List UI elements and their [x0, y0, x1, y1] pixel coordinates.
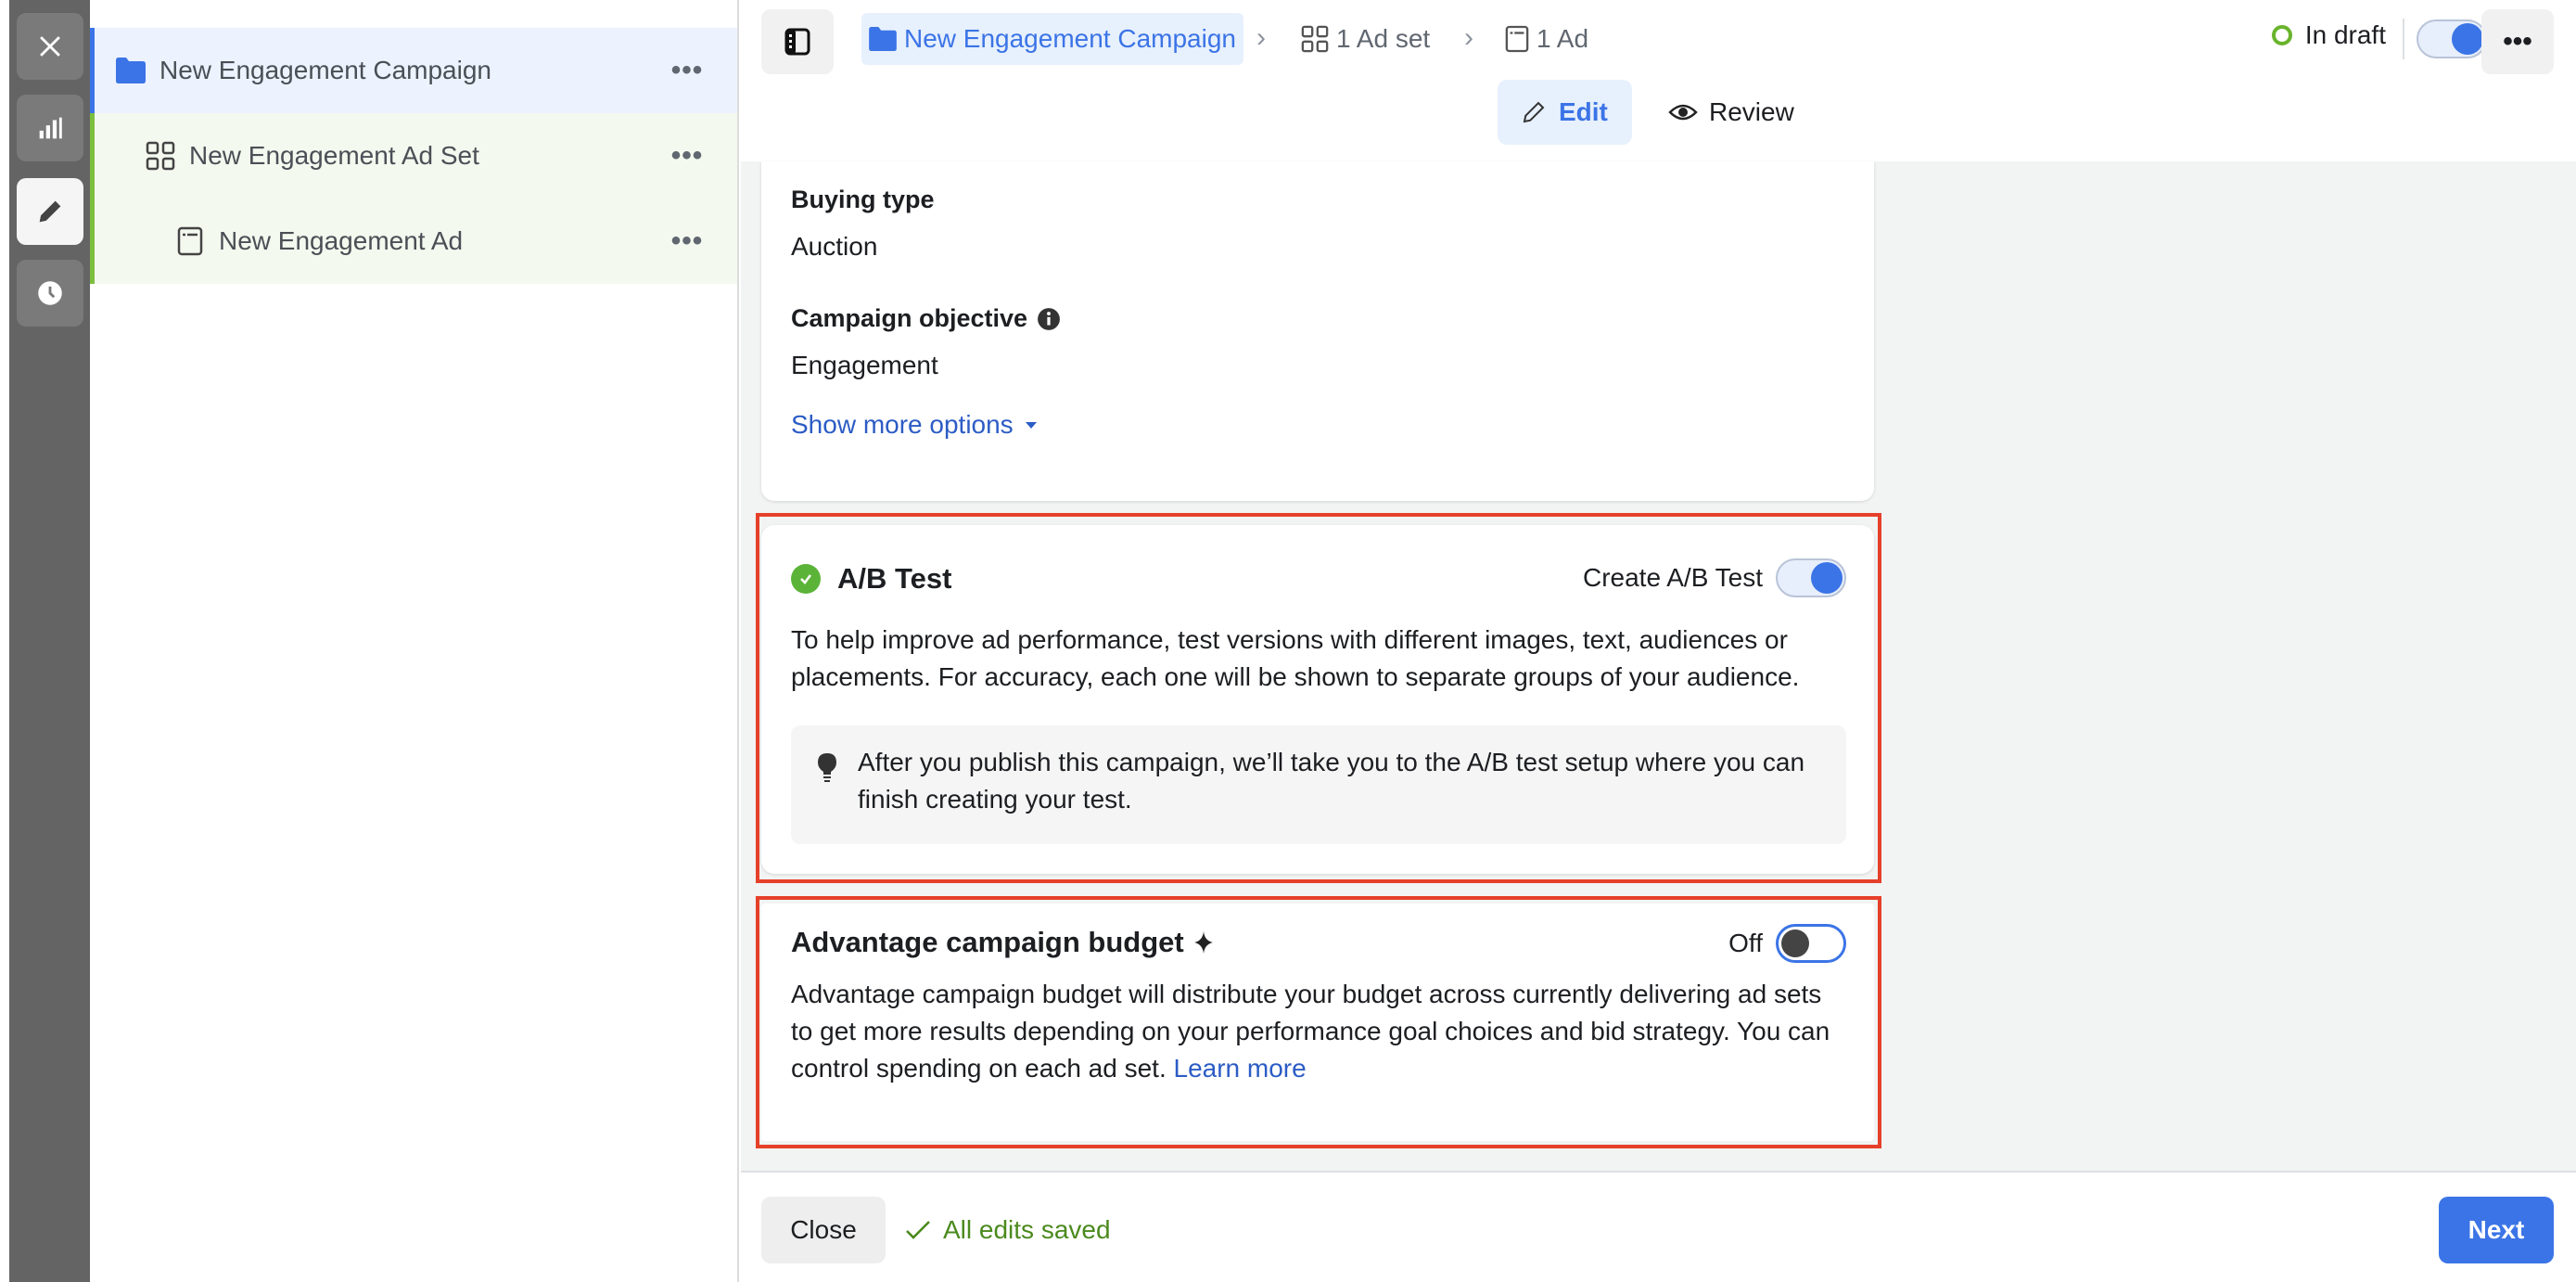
check-circle-icon — [791, 564, 821, 594]
bar-chart-icon — [39, 117, 62, 139]
grid-icon — [1301, 25, 1329, 53]
ab-test-tip: After you publish this campaign, we’ll t… — [791, 725, 1846, 844]
ab-test-card: A/B Test Create A/B Test To help improve… — [761, 525, 1874, 874]
breadcrumb-label: 1 Ad set — [1336, 24, 1431, 53]
toggle-panel-button[interactable] — [761, 9, 834, 74]
status-label: In draft — [2304, 20, 2386, 49]
breadcrumb-label: New Engagement Campaign — [904, 24, 1236, 53]
toggle-knob — [2452, 23, 2483, 55]
folder-icon — [869, 27, 897, 51]
ad-icon — [1505, 25, 1529, 53]
divider — [2403, 19, 2404, 59]
tree-item-ad[interactable]: New Engagement Ad ••• — [90, 199, 737, 284]
lightbulb-icon — [818, 753, 836, 782]
footer-bar: Close All edits saved Next — [741, 1171, 2576, 1282]
top-bar: New Engagement Campaign › 1 Ad set › 1 A… — [741, 0, 2576, 161]
breadcrumb-ad[interactable]: 1 Ad — [1505, 13, 1588, 65]
close-editor-button[interactable] — [17, 13, 83, 80]
left-rail — [0, 0, 90, 1282]
tab-edit[interactable]: Edit — [1498, 80, 1632, 145]
tab-review[interactable]: Review — [1659, 80, 1794, 145]
pencil-icon — [1523, 101, 1545, 123]
campaign-on-off-toggle[interactable] — [2417, 19, 2487, 58]
close-icon — [40, 36, 60, 57]
reporting-button[interactable] — [17, 95, 83, 161]
ab-test-title: A/B Test — [791, 562, 951, 596]
card-title-text: A/B Test — [837, 562, 952, 595]
create-ab-test-toggle[interactable] — [1776, 558, 1846, 597]
save-status: All edits saved — [904, 1215, 1111, 1245]
campaign-objective-label: Campaign objective — [791, 304, 1061, 333]
next-button[interactable]: Next — [2439, 1197, 2554, 1263]
ab-test-description: To help improve ad performance, test ver… — [791, 625, 1800, 691]
more-options-button[interactable]: ••• — [659, 140, 715, 172]
tree-item-ad-set[interactable]: New Engagement Ad Set ••• — [90, 113, 737, 199]
status-dot-icon — [2271, 25, 2292, 45]
buying-type-value: Auction — [791, 232, 878, 261]
draft-status: In draft — [2271, 20, 2386, 50]
create-ab-test-toggle-group: Create A/B Test — [1583, 558, 1846, 597]
close-button[interactable]: Close — [761, 1197, 886, 1263]
main-editor: New Engagement Campaign › 1 Ad set › 1 A… — [741, 0, 2576, 1282]
more-options-button[interactable]: ••• — [659, 225, 715, 257]
campaign-tree-panel: New Engagement Campaign ••• New Engageme… — [90, 0, 739, 1282]
breadcrumb-campaign[interactable]: New Engagement Campaign — [861, 13, 1243, 65]
tip-text: After you publish this campaign, we’ll t… — [858, 748, 1805, 814]
tree-item-label: New Engagement Ad Set — [189, 141, 479, 170]
highlight-box-advantage-budget — [756, 896, 1881, 1148]
tree-item-label: New Engagement Campaign — [159, 56, 491, 84]
folder-icon — [115, 55, 147, 86]
clock-icon — [38, 281, 62, 305]
tab-label: Edit — [1559, 97, 1608, 126]
show-more-options-link[interactable]: Show more options — [791, 410, 1039, 440]
breadcrumb-label: 1 Ad — [1537, 24, 1589, 53]
breadcrumb-ad-set[interactable]: 1 Ad set — [1301, 13, 1430, 65]
chevron-right-icon: › — [1256, 22, 1266, 53]
save-status-text: All edits saved — [943, 1215, 1111, 1244]
link-label: Show more options — [791, 410, 1014, 439]
more-options-button[interactable]: ••• — [659, 55, 715, 86]
tree-item-label: New Engagement Ad — [219, 226, 464, 255]
info-icon[interactable] — [1037, 307, 1061, 331]
sidebar-panel-icon — [784, 28, 810, 56]
more-actions-button[interactable]: ••• — [2481, 9, 2554, 74]
campaign-objective-value: Engagement — [791, 351, 938, 379]
eye-icon — [1668, 104, 1698, 121]
checkmark-icon — [906, 1221, 930, 1239]
caret-down-icon — [1025, 422, 1037, 429]
buying-type-label: Buying type — [791, 186, 935, 213]
field-label-text: Campaign objective — [791, 304, 1028, 332]
edit-mode-button[interactable] — [17, 178, 83, 245]
tree-item-campaign[interactable]: New Engagement Campaign ••• — [90, 28, 737, 113]
toggle-label: Create A/B Test — [1582, 563, 1763, 592]
toggle-knob — [1811, 562, 1843, 594]
chevron-right-icon: › — [1464, 22, 1473, 53]
pencil-icon — [39, 200, 61, 223]
ad-icon — [174, 225, 206, 257]
history-button[interactable] — [17, 260, 83, 327]
grid-icon — [145, 140, 176, 172]
tab-label: Review — [1709, 97, 1794, 126]
campaign-details-card: Buying type Auction Campaign objective E… — [761, 161, 1874, 501]
